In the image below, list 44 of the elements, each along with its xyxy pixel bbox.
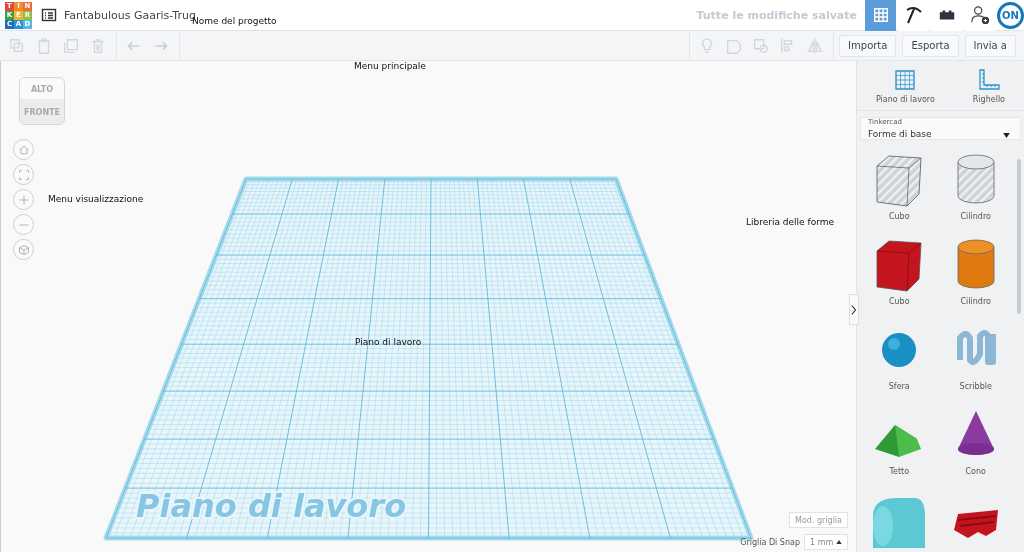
snap-grid-select[interactable]: 1 mm xyxy=(804,534,848,550)
caret-icon xyxy=(1003,133,1010,138)
annotation-label: Libreria delle forme xyxy=(746,217,834,227)
shape-item[interactable]: Tetto xyxy=(861,405,938,482)
mirror-icon[interactable] xyxy=(806,36,825,55)
shape-item[interactable]: Scribble xyxy=(937,320,1014,397)
shape-item[interactable]: Cubo xyxy=(861,235,938,312)
snap-grid-label: Griglia Di Snap xyxy=(740,537,800,547)
toolbar-button[interactable]: Invia a xyxy=(964,34,1016,57)
cube-icon xyxy=(17,243,30,256)
add-user-icon xyxy=(969,5,990,25)
zoom-in-button[interactable] xyxy=(13,189,34,210)
toolbar-button[interactable]: Importa xyxy=(839,34,897,57)
zoom-out-button[interactable] xyxy=(13,214,34,235)
collapse-panel-button[interactable] xyxy=(849,294,859,325)
annotation-label: Menu visualizzazione xyxy=(48,194,144,204)
home-button[interactable] xyxy=(13,139,34,160)
chevron-icon xyxy=(851,303,857,316)
duplicate-icon[interactable] xyxy=(62,36,80,55)
shape-item[interactable]: Cilindro xyxy=(937,150,1014,227)
shape-icon[interactable] xyxy=(752,36,771,55)
caret-icon xyxy=(836,540,842,544)
copy-icon[interactable] xyxy=(8,36,26,55)
perspective-button[interactable] xyxy=(13,239,34,260)
ruler-tool[interactable]: Righello xyxy=(972,69,1005,104)
grid-icon xyxy=(894,69,917,91)
toolbar-button[interactable]: Esporta xyxy=(902,34,959,57)
annotation-label: Menu principale xyxy=(354,61,426,71)
plus-icon xyxy=(17,193,30,206)
shape-item[interactable]: Cono xyxy=(937,405,1014,482)
workplane-tool[interactable]: Piano di lavoro xyxy=(875,69,935,104)
annotation-label: Piano di lavoro xyxy=(355,337,422,347)
menu-icon[interactable] xyxy=(41,7,57,23)
grid-icon xyxy=(871,6,890,24)
scrollbar[interactable] xyxy=(1017,159,1021,314)
fit-icon xyxy=(17,168,30,181)
home-icon xyxy=(17,143,30,156)
fit-button[interactable] xyxy=(13,164,34,185)
user-avatar[interactable]: ON xyxy=(997,1,1024,29)
ruler-icon xyxy=(977,69,1000,91)
shape-item[interactable]: Cubo xyxy=(861,150,938,227)
save-status: Tutte le modifiche salvate xyxy=(696,8,857,22)
shape-item[interactable]: Cilindro xyxy=(937,235,1014,312)
shape-item[interactable]: Sfera xyxy=(861,320,938,397)
